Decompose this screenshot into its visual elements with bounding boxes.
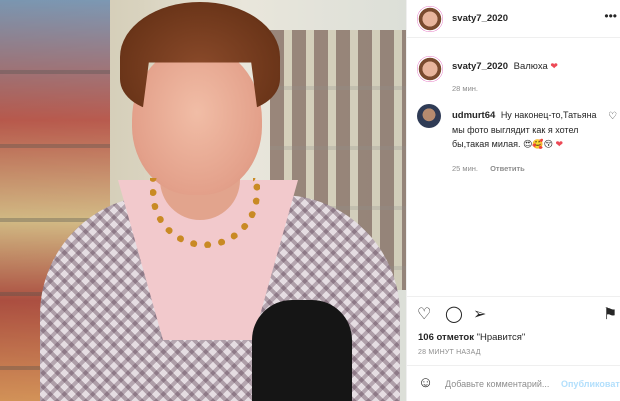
share-icon[interactable]: ➢ [473, 307, 486, 323]
comment-heart-emoji-icon: ❤ [555, 139, 564, 149]
author-avatar[interactable] [417, 6, 443, 32]
comment-username[interactable]: udmurt64 [452, 110, 495, 121]
add-comment-bar: ☺ Опубликовать [407, 365, 620, 401]
photo-face [132, 45, 262, 195]
photo-handbag [252, 300, 352, 401]
likes-summary[interactable]: 106 отметок "Нравится" [418, 332, 525, 343]
commenter-avatar[interactable] [417, 104, 441, 128]
bookmark-icon[interactable]: ⚑ [603, 307, 617, 323]
post-header: svaty7_2020 ••• [407, 0, 620, 38]
caption-username[interactable]: svaty7_2020 [452, 61, 508, 72]
comment-body: udmurt64 Ну наконец-то,Татьяна мы фото в… [452, 108, 604, 151]
emoji-picker-icon[interactable]: ☺ [418, 375, 433, 391]
likes-count: 106 отметок [418, 332, 474, 343]
heart-outline-icon[interactable]: ♡ [417, 307, 431, 323]
comment-emojis: 😍🥰😚 [523, 139, 554, 149]
likes-label: "Нравится" [476, 332, 526, 343]
more-options-icon[interactable]: ••• [604, 9, 617, 23]
caption-time[interactable]: 28 мин. [452, 84, 478, 93]
comment-meta: 25 мин. Ответить [452, 164, 535, 173]
post-photo[interactable] [0, 0, 406, 401]
posted-time[interactable]: 28 МИНУТ НАЗАД [418, 349, 481, 356]
post-actions: ♡ ◯ ➢ ⚑ [407, 296, 620, 332]
reply-button[interactable]: Ответить [490, 164, 525, 173]
comment-like-heart-icon[interactable]: ♡ [608, 111, 617, 122]
post-sidebar: svaty7_2020 ••• svaty7_2020 Валюха ❤ 28 … [406, 0, 620, 401]
comment-icon[interactable]: ◯ [445, 307, 463, 323]
comment-time[interactable]: 25 мин. [452, 164, 478, 173]
author-username[interactable]: svaty7_2020 [452, 13, 508, 24]
caption-avatar[interactable] [417, 56, 443, 82]
publish-button[interactable]: Опубликовать [561, 379, 620, 389]
caption-line: svaty7_2020 Валюха ❤ [452, 61, 558, 72]
caption-text: Валюха [513, 61, 548, 72]
comment-input[interactable] [445, 376, 555, 392]
red-heart-emoji-icon: ❤ [550, 61, 558, 71]
